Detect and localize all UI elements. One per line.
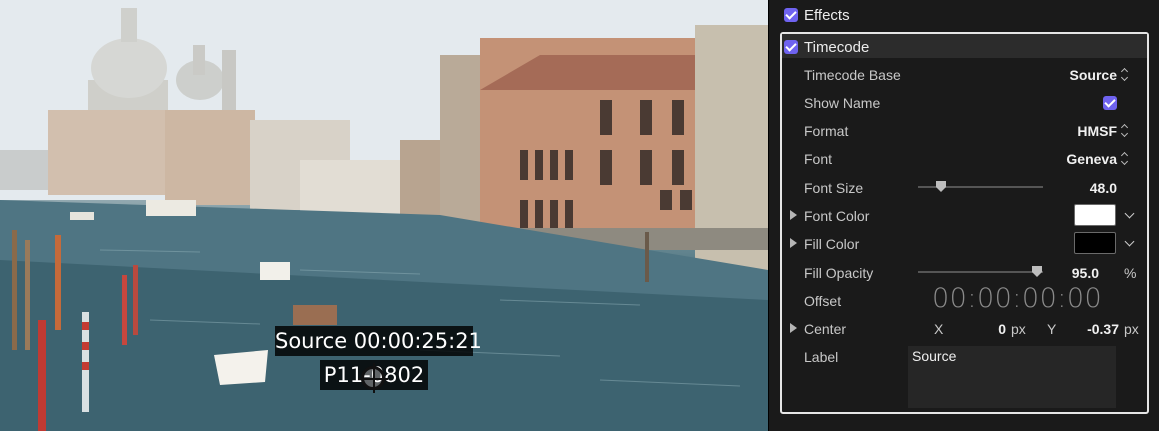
timecode-overlay-source: Source 00:00:25:21 xyxy=(275,326,482,356)
popup-arrows-icon xyxy=(1121,125,1129,137)
popup-arrows-icon xyxy=(1121,153,1129,165)
effects-heading: Effects xyxy=(804,7,850,24)
timecode-base-label: Timecode Base xyxy=(804,67,901,83)
timecode-effect-title: Timecode xyxy=(804,39,870,56)
format-popup[interactable]: HMSF xyxy=(1019,123,1117,139)
offset-label: Offset xyxy=(804,293,842,309)
timecode-enable-checkbox[interactable] xyxy=(784,40,798,54)
font-label: Font xyxy=(804,151,833,167)
label-text-value: Source xyxy=(912,348,957,364)
font-size-label: Font Size xyxy=(804,180,864,196)
format-label: Format xyxy=(804,123,849,139)
center-y-label: Y xyxy=(1047,321,1057,337)
center-x-label: X xyxy=(934,321,944,337)
center-x-value[interactable]: 0 xyxy=(969,321,1006,337)
offset-timecode-field[interactable]: 00:00:00:00 xyxy=(932,283,1102,314)
fill-opacity-label: Fill Opacity xyxy=(804,265,874,281)
timecode-base-popup[interactable]: Source xyxy=(1019,67,1117,83)
font-size-value[interactable]: 48.0 xyxy=(1059,180,1117,196)
font-color-label: Font Color xyxy=(804,208,870,224)
show-name-label: Show Name xyxy=(804,95,881,111)
label-field-label: Label xyxy=(804,349,839,365)
center-y-value[interactable]: -0.37 xyxy=(1069,321,1119,337)
disclosure-triangle-icon[interactable] xyxy=(790,210,797,220)
center-y-unit: px xyxy=(1124,321,1139,337)
label-text-area[interactable]: Source xyxy=(908,346,1116,408)
popup-arrows-icon xyxy=(1121,69,1129,81)
disclosure-triangle-icon[interactable] xyxy=(790,323,797,333)
center-x-unit: px xyxy=(1011,321,1026,337)
fill-opacity-unit: % xyxy=(1124,265,1137,281)
video-viewer[interactable]: Source 00:00:25:21 P11-0802 xyxy=(0,0,768,431)
fill-opacity-value[interactable]: 95.0 xyxy=(1059,265,1099,281)
fill-color-swatch[interactable] xyxy=(1074,232,1116,254)
show-name-checkbox[interactable] xyxy=(1103,96,1117,110)
font-popup[interactable]: Geneva xyxy=(1019,151,1117,167)
center-label: Center xyxy=(804,321,847,337)
fill-opacity-slider[interactable] xyxy=(918,271,1043,273)
fill-opacity-slider-knob[interactable] xyxy=(1031,266,1042,277)
effects-checkbox[interactable] xyxy=(784,8,798,22)
fill-color-label: Fill Color xyxy=(804,236,860,252)
disclosure-triangle-icon[interactable] xyxy=(790,238,797,248)
font-color-swatch[interactable] xyxy=(1074,204,1116,226)
center-transform-handle[interactable] xyxy=(358,363,388,393)
font-size-slider-knob[interactable] xyxy=(935,181,946,192)
